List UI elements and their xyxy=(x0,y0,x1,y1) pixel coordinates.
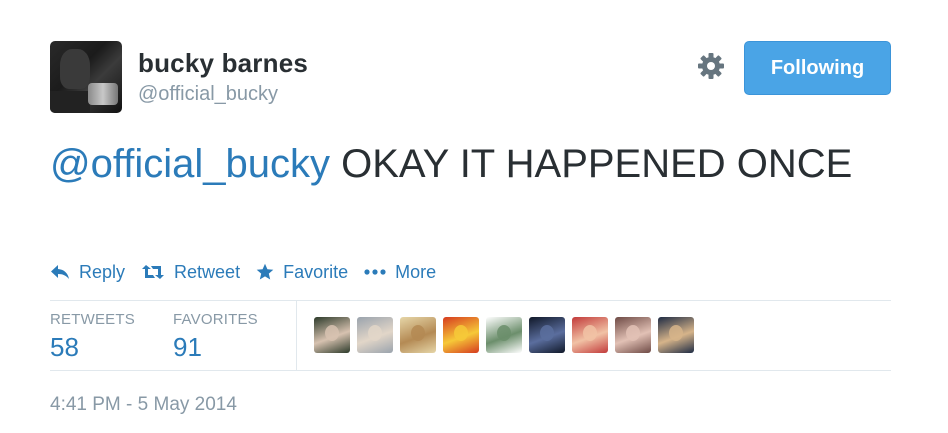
retweet-icon xyxy=(142,265,165,279)
favoriter-avatar[interactable] xyxy=(400,317,436,353)
retweets-label: RETWEETS xyxy=(50,311,135,328)
avatar-face-shape xyxy=(540,325,554,341)
tweet-actions: Reply Retweet Favorite More xyxy=(50,260,452,284)
reply-label: Reply xyxy=(79,261,126,282)
favoriters-avatars xyxy=(314,317,701,353)
avatar-face-shape xyxy=(497,325,511,341)
favoriter-avatar[interactable] xyxy=(486,317,522,353)
favoriter-avatar[interactable] xyxy=(314,317,350,353)
avatar-face-shape xyxy=(583,325,597,341)
stats-divider-top xyxy=(50,300,891,301)
star-icon xyxy=(256,263,274,280)
tweet-body: OKAY IT HAPPENED ONCE xyxy=(330,142,853,186)
avatar-shading xyxy=(88,83,118,105)
tweet-timestamp[interactable]: 4:41 PM - 5 May 2014 xyxy=(50,394,237,416)
more-button[interactable]: More xyxy=(364,262,436,283)
favoriter-avatar[interactable] xyxy=(615,317,651,353)
avatar-face-shape xyxy=(368,325,382,341)
user-display-name[interactable]: bucky barnes xyxy=(138,48,308,79)
favoriter-avatar[interactable] xyxy=(658,317,694,353)
reply-button[interactable]: Reply xyxy=(50,262,125,283)
retweet-label: Retweet xyxy=(174,261,241,282)
stats-divider-bottom xyxy=(50,370,891,371)
user-handle[interactable]: @official_bucky xyxy=(138,83,278,106)
retweets-count[interactable]: 58 xyxy=(50,332,79,363)
favoriter-avatar[interactable] xyxy=(443,317,479,353)
favoriter-avatar[interactable] xyxy=(357,317,393,353)
following-button[interactable]: Following xyxy=(744,41,891,95)
gear-icon[interactable] xyxy=(696,51,726,81)
more-icon xyxy=(364,269,386,275)
avatar-face-shape xyxy=(626,325,640,341)
favoriter-avatar[interactable] xyxy=(529,317,565,353)
tweet-mention-link[interactable]: @official_bucky xyxy=(50,142,330,186)
favorite-button[interactable]: Favorite xyxy=(256,262,348,283)
avatar-shading xyxy=(50,91,90,113)
avatar-face-shape xyxy=(454,325,468,341)
favoriter-avatar[interactable] xyxy=(572,317,608,353)
avatar-shading xyxy=(60,49,90,89)
tweet-text: @official_bucky OKAY IT HAPPENED ONCE xyxy=(50,138,890,190)
retweet-button[interactable]: Retweet xyxy=(141,262,240,283)
stats-separator xyxy=(296,300,297,370)
avatar-face-shape xyxy=(325,325,339,341)
user-avatar[interactable] xyxy=(50,41,122,113)
favorites-count[interactable]: 91 xyxy=(173,332,202,363)
reply-icon xyxy=(51,265,69,279)
avatar-face-shape xyxy=(669,325,683,341)
avatar-face-shape xyxy=(411,325,425,341)
favorites-label: FAVORITES xyxy=(173,311,258,328)
favorite-label: Favorite xyxy=(283,261,349,282)
more-label: More xyxy=(395,261,437,282)
